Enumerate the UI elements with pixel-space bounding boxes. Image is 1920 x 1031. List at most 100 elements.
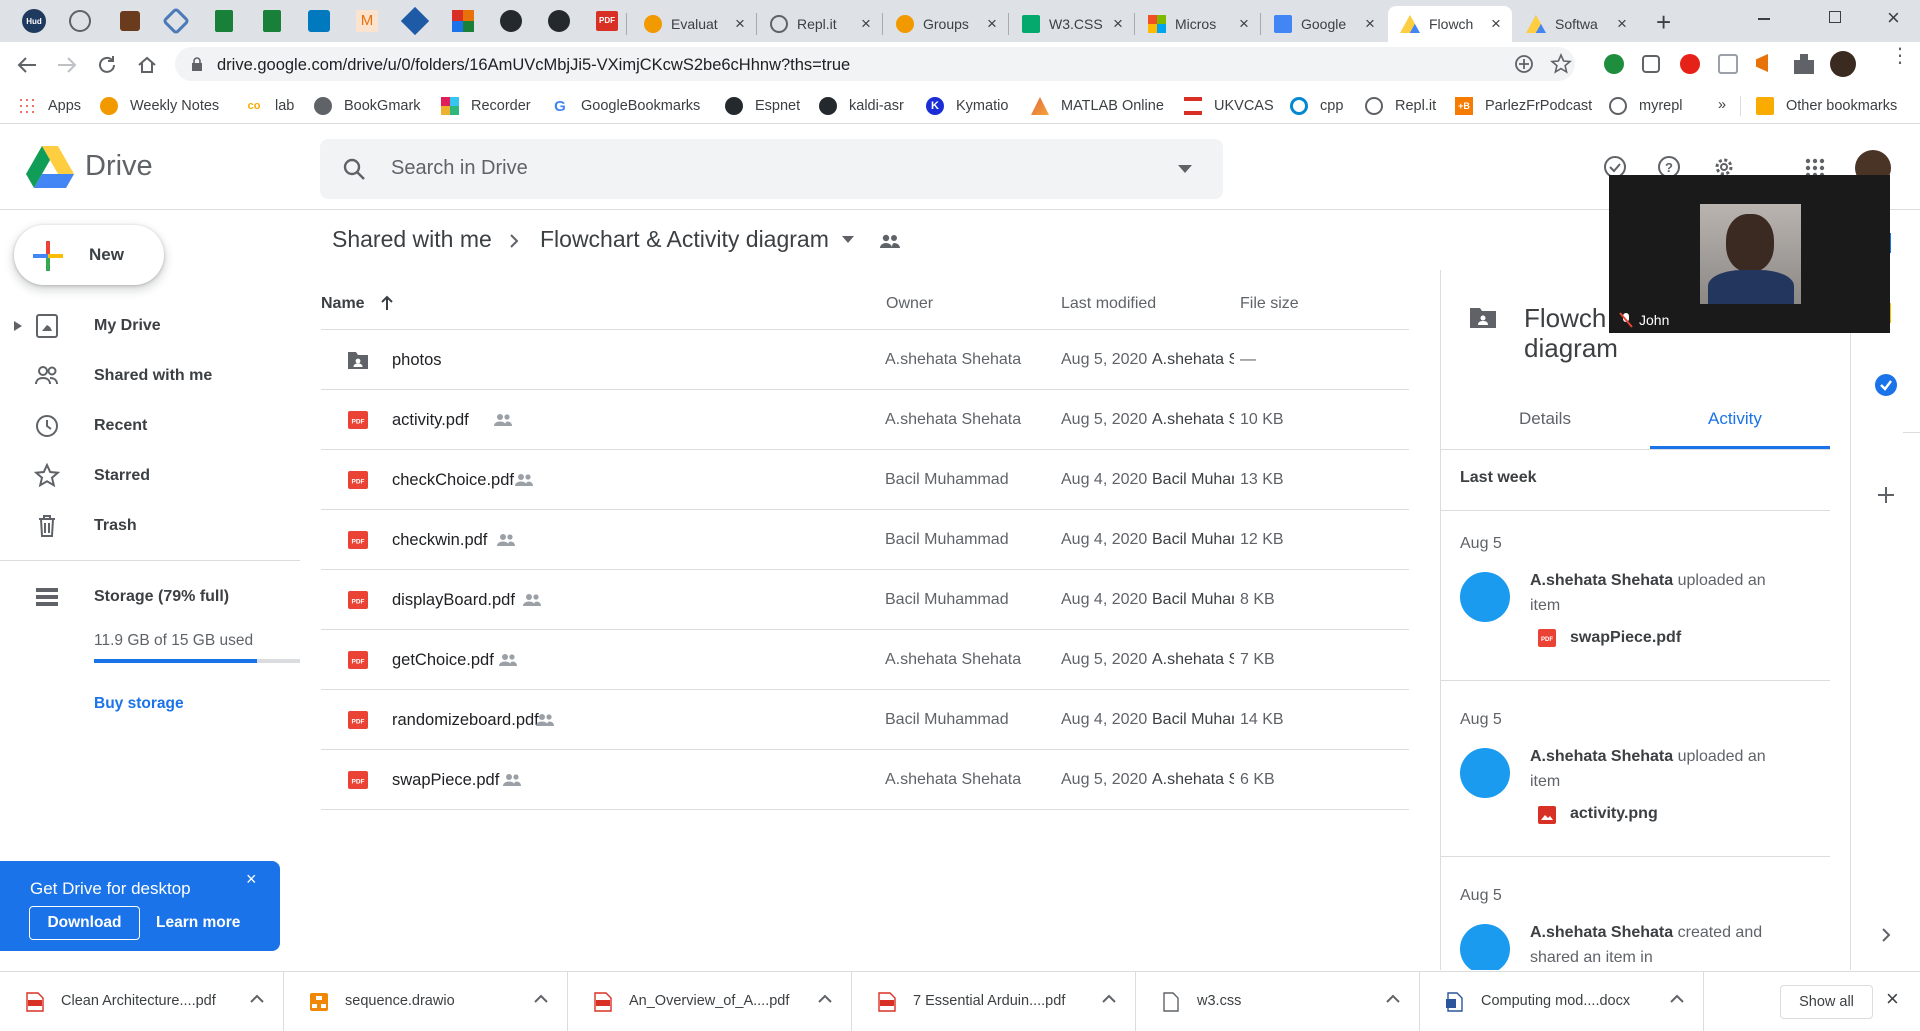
nav-storage[interactable]: Storage (79% full) bbox=[0, 576, 300, 616]
activity-file-link[interactable]: activity.png bbox=[1570, 805, 1658, 823]
other-bookmarks-folder[interactable]: Other bookmarks bbox=[1756, 97, 1897, 115]
file-row[interactable]: PDF activity.pdf A.shehata Shehata Aug 5, 2… bbox=[321, 390, 1409, 450]
pinned-tab-github1[interactable] bbox=[498, 8, 524, 34]
youtube-extension-icon[interactable] bbox=[1680, 54, 1700, 74]
bookmark-cpp[interactable]: cpp bbox=[1290, 97, 1343, 115]
tab-evaluat[interactable]: Evaluat × bbox=[632, 6, 756, 42]
home-icon[interactable] bbox=[136, 54, 158, 76]
bookmark-star-icon[interactable] bbox=[1550, 53, 1572, 75]
activity-file-link[interactable]: swapPiece.pdf bbox=[1570, 629, 1681, 647]
nav-trash[interactable]: Trash bbox=[0, 505, 300, 545]
bookmark-recorder[interactable]: Recorder bbox=[441, 97, 531, 115]
sort-ascending-arrow-icon[interactable] bbox=[380, 295, 394, 311]
chevron-up-icon[interactable] bbox=[816, 990, 834, 1008]
bookmark-ukvcas[interactable]: UKVCAS bbox=[1184, 97, 1274, 115]
video-call-overlay[interactable]: John bbox=[1609, 175, 1890, 333]
bookmark-lab[interactable]: co lab bbox=[245, 97, 295, 115]
search-icon[interactable] bbox=[342, 157, 366, 181]
close-tab-icon[interactable]: × bbox=[1110, 14, 1126, 34]
add-circle-icon[interactable] bbox=[1514, 54, 1534, 74]
folder-menu-dropdown-icon[interactable] bbox=[842, 236, 854, 243]
address-bar[interactable]: drive.google.com/drive/u/0/folders/16AmU… bbox=[175, 47, 1575, 81]
buy-storage-link[interactable]: Buy storage bbox=[94, 695, 184, 713]
tasks-addon-icon[interactable] bbox=[1875, 374, 1897, 396]
bookmark-googlebookmarks[interactable]: G GoogleBookmarks bbox=[551, 97, 700, 115]
drive-logo-icon[interactable] bbox=[26, 146, 74, 188]
lock-icon[interactable] bbox=[191, 57, 203, 72]
download-item[interactable]: An_Overview_of_A....pdf bbox=[568, 972, 852, 1031]
puzzle-extension-icon[interactable] bbox=[1794, 54, 1814, 74]
maximize-button[interactable] bbox=[1829, 11, 1841, 23]
show-all-downloads-button[interactable]: Show all bbox=[1780, 985, 1873, 1019]
drive-search-input[interactable]: Search in Drive bbox=[320, 139, 1223, 199]
nav-shared-with-me[interactable]: Shared with me bbox=[0, 355, 300, 395]
back-arrow-icon[interactable] bbox=[16, 55, 38, 75]
tab-software[interactable]: Softwa × bbox=[1514, 6, 1638, 42]
pinned-tab-pdf[interactable]: PDF bbox=[594, 8, 620, 34]
search-options-dropdown-icon[interactable] bbox=[1178, 165, 1192, 173]
bookmark-espnet[interactable]: Espnet bbox=[725, 97, 800, 115]
minimize-button[interactable] bbox=[1758, 18, 1770, 20]
close-tab-icon[interactable]: × bbox=[858, 14, 874, 34]
promo-learn-more-link[interactable]: Learn more bbox=[156, 914, 240, 932]
close-download-shelf-icon[interactable]: × bbox=[1886, 986, 1899, 1012]
profile-avatar[interactable] bbox=[1830, 51, 1856, 77]
bookmark-kymatio[interactable]: K Kymatio bbox=[926, 97, 1008, 115]
pinned-tab-trello[interactable] bbox=[306, 8, 332, 34]
tab-groups[interactable]: Groups × bbox=[884, 6, 1008, 42]
bookmark-bookgmark[interactable]: BookGmark bbox=[314, 97, 421, 115]
close-tab-icon[interactable]: × bbox=[1362, 14, 1378, 34]
bookmarks-overflow-button[interactable]: » bbox=[1718, 97, 1726, 113]
pinned-tab-hex[interactable] bbox=[161, 6, 191, 36]
get-addons-plus-icon[interactable] bbox=[1877, 486, 1895, 504]
file-row[interactable]: PDF checkChoice.pdf Bacil Muhammad Aug 4, 2… bbox=[321, 450, 1409, 510]
pocket-extension-icon[interactable] bbox=[1642, 55, 1660, 73]
download-item[interactable]: sequence.drawio bbox=[284, 972, 568, 1031]
tab-flowchart-active[interactable]: Flowch × bbox=[1388, 6, 1512, 42]
close-tab-icon[interactable]: × bbox=[984, 14, 1000, 34]
bookmark-parlezfrpodcast[interactable]: +B ParlezFrPodcast bbox=[1455, 97, 1592, 115]
new-button[interactable]: New bbox=[14, 225, 164, 285]
download-item[interactable]: Computing mod....docx bbox=[1420, 972, 1704, 1031]
column-header-owner[interactable]: Owner bbox=[886, 295, 933, 313]
column-header-last-modified[interactable]: Last modified bbox=[1061, 295, 1156, 313]
bookmark-weekly-notes[interactable]: Weekly Notes bbox=[100, 97, 219, 115]
bookmark-matlab[interactable]: MATLAB Online bbox=[1031, 97, 1164, 115]
chevron-up-icon[interactable] bbox=[532, 990, 550, 1008]
close-tab-icon[interactable]: × bbox=[1614, 14, 1630, 34]
pinned-tab-cube[interactable] bbox=[400, 6, 430, 36]
promo-close-icon[interactable]: × bbox=[246, 869, 257, 890]
megaphone-extension-icon[interactable] bbox=[1756, 54, 1768, 72]
pinned-tab-hud[interactable]: Hud bbox=[21, 8, 47, 34]
new-tab-button[interactable]: + bbox=[1656, 7, 1671, 38]
file-row[interactable]: PDF checkwin.pdf Bacil Muhammad Aug 4, 2020… bbox=[321, 510, 1409, 570]
window-close-button[interactable]: × bbox=[1887, 5, 1900, 31]
collapse-panel-chevron-icon[interactable] bbox=[1881, 927, 1891, 943]
pinned-tab-m[interactable]: M bbox=[354, 8, 380, 34]
screenshot-extension-icon[interactable] bbox=[1718, 54, 1738, 74]
pinned-tab-grid[interactable] bbox=[450, 8, 476, 34]
bookmark-myrepl[interactable]: myrepl bbox=[1609, 97, 1683, 115]
evernote-extension-icon[interactable] bbox=[1604, 54, 1624, 74]
column-header-file-size[interactable]: File size bbox=[1240, 295, 1299, 313]
pinned-tab-book[interactable] bbox=[117, 8, 143, 34]
pinned-tab-code[interactable] bbox=[67, 8, 93, 34]
forward-arrow-icon[interactable] bbox=[56, 55, 78, 75]
close-tab-icon[interactable]: × bbox=[1236, 14, 1252, 34]
file-row[interactable]: PDF swapPiece.pdf A.shehata Shehata Aug 5, … bbox=[321, 750, 1409, 810]
tab-w3css[interactable]: W3.CSS × bbox=[1010, 6, 1134, 42]
chevron-up-icon[interactable] bbox=[1668, 990, 1686, 1008]
expand-caret-icon[interactable] bbox=[14, 321, 22, 331]
column-header-name[interactable]: Name bbox=[321, 295, 365, 313]
download-item[interactable]: 7 Essential Arduin....pdf bbox=[852, 972, 1136, 1031]
chevron-up-icon[interactable] bbox=[1384, 990, 1402, 1008]
chevron-up-icon[interactable] bbox=[1100, 990, 1118, 1008]
pinned-tab-github2[interactable] bbox=[546, 8, 572, 34]
download-item[interactable]: Clean Architecture....pdf bbox=[0, 972, 284, 1031]
breadcrumb-shared-with-me[interactable]: Shared with me bbox=[332, 226, 492, 253]
close-tab-icon[interactable]: × bbox=[1488, 14, 1504, 34]
bookmark-apps[interactable]: Apps bbox=[18, 97, 81, 115]
breadcrumb-current-folder[interactable]: Flowchart & Activity diagram bbox=[540, 226, 829, 253]
promo-download-button[interactable]: Download bbox=[29, 906, 140, 940]
chevron-up-icon[interactable] bbox=[248, 990, 266, 1008]
